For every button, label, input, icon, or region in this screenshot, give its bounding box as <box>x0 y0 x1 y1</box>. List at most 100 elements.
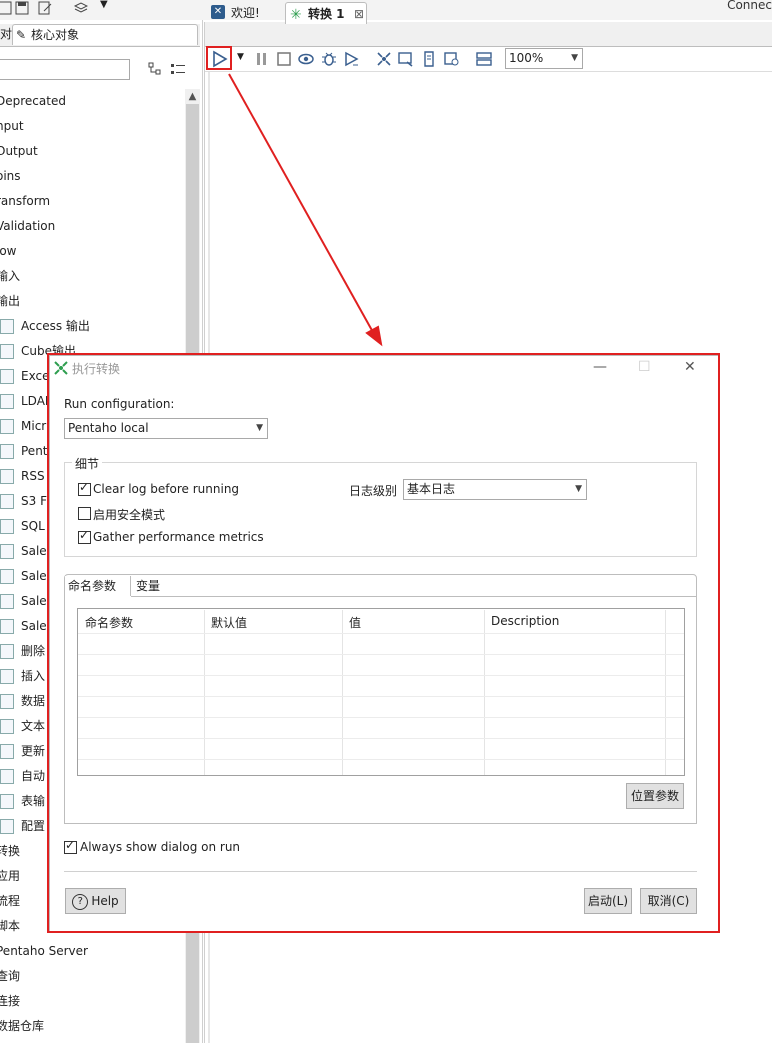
tree-item-label: Micr <box>21 419 47 433</box>
replay-icon[interactable] <box>343 50 361 68</box>
impact-icon[interactable] <box>397 50 415 68</box>
tab-core-objects[interactable]: ✎ 核心对象 <box>12 24 198 45</box>
tree-item-label: 流程 <box>0 894 21 908</box>
zoom-select[interactable]: 100% ▼ <box>505 48 583 69</box>
dialog-title: 执行转换 <box>72 362 121 376</box>
layers-icon[interactable] <box>74 1 88 15</box>
tree-category-item[interactable]: ransform <box>0 189 50 214</box>
tree-item-label: Sales <box>21 619 53 633</box>
tree-item-label: 更新 <box>21 744 46 758</box>
run-configuration-select[interactable]: Pentaho local ▼ <box>64 418 268 439</box>
tree-item-label: 查询 <box>0 969 21 983</box>
table-row <box>78 759 684 760</box>
log-level-select[interactable]: 基本日志 ▼ <box>403 479 587 500</box>
step-icon <box>0 494 14 509</box>
save-icon[interactable] <box>15 1 29 15</box>
tab-named-parameters[interactable]: 命名参数 <box>65 576 131 596</box>
tree-category-item[interactable]: 流程 <box>0 889 20 914</box>
stop-icon[interactable] <box>275 50 293 68</box>
step-icon <box>0 469 14 484</box>
tree-category-item[interactable]: Output <box>0 139 38 164</box>
sql-icon[interactable] <box>420 50 438 68</box>
tab-underline <box>131 596 696 597</box>
tree-category-item[interactable]: Deprecated <box>0 89 66 114</box>
show-results-icon[interactable] <box>475 50 493 68</box>
safe-mode-checkbox[interactable] <box>78 507 91 520</box>
step-icon <box>0 719 14 734</box>
step-icon <box>0 544 14 559</box>
explore-db-icon[interactable] <box>443 50 461 68</box>
scroll-up-icon[interactable]: ▲ <box>185 89 200 104</box>
column-divider <box>204 610 205 775</box>
column-header[interactable]: Description <box>491 614 559 628</box>
save-as-icon[interactable] <box>38 1 52 15</box>
tree-item-label: Validation <box>0 219 56 233</box>
gather-metrics-checkbox[interactable] <box>78 528 91 544</box>
run-configuration-label: Run configuration: <box>64 397 175 411</box>
tree-item-label: 数据仓库 <box>0 1019 45 1033</box>
tree-item-label: 连接 <box>0 994 21 1008</box>
dialog-app-icon <box>54 361 68 375</box>
step-icon <box>0 619 14 634</box>
preview-icon[interactable] <box>297 50 315 68</box>
search-input[interactable] <box>0 59 130 80</box>
pencil-icon: ✎ <box>16 28 27 42</box>
cancel-button[interactable]: 取消(C) <box>640 888 697 914</box>
tree-item-label: Pent <box>21 444 48 458</box>
tree-category-item[interactable]: oins <box>0 164 21 189</box>
tree-category-item[interactable]: 脚本 <box>0 914 20 939</box>
tab-transformation[interactable]: ✳ 转换 1 ⊠ <box>285 2 367 24</box>
tree-category-item[interactable]: Validation <box>0 214 55 239</box>
save-icon[interactable] <box>0 1 12 15</box>
minimize-icon[interactable]: — <box>593 359 607 375</box>
tree-category-item[interactable]: Pentaho Server <box>0 939 88 964</box>
positional-parameters-button[interactable]: 位置参数 <box>626 783 684 809</box>
tree-item-label: Access 输出 <box>21 319 90 333</box>
expand-all-icon[interactable] <box>148 62 162 76</box>
step-icon <box>0 419 14 434</box>
tree-item-label: 删除 <box>21 644 46 658</box>
tree-item-label: 插入 <box>21 669 46 683</box>
tab-variables[interactable]: 变量 <box>133 576 173 596</box>
collapse-all-icon[interactable] <box>170 62 186 76</box>
tree-item-label: oins <box>0 169 21 183</box>
tree-item-label: LDAP <box>21 394 53 408</box>
tree-category-item[interactable]: 输出 <box>0 289 20 314</box>
tree-category-item[interactable]: 连接 <box>0 989 20 1014</box>
details-legend: 细节 <box>72 455 103 472</box>
column-header[interactable]: 命名参数 <box>85 614 133 631</box>
connect-label[interactable]: Connec <box>727 0 772 12</box>
close-icon[interactable]: ✕ <box>684 359 696 375</box>
tree-category-item[interactable]: nput <box>0 114 24 139</box>
pause-icon[interactable] <box>253 50 271 68</box>
column-header[interactable]: 默认值 <box>211 614 247 631</box>
tree-category-item[interactable]: 转换 <box>0 839 20 864</box>
welcome-icon: ✕ <box>211 5 225 19</box>
close-tab-icon[interactable]: ⊠ <box>354 3 364 25</box>
chevron-down-icon[interactable]: ▼ <box>100 0 108 10</box>
table-row <box>78 633 684 634</box>
help-icon: ? <box>72 893 89 910</box>
column-header[interactable]: 值 <box>349 614 361 631</box>
tab-main-objects[interactable]: 对 <box>0 24 12 45</box>
tree-category-item[interactable]: low <box>0 239 17 264</box>
tree-tools <box>148 60 188 78</box>
step-icon <box>0 644 14 659</box>
tree-item-label: Exce <box>21 369 50 383</box>
tree-item-label: 配置 <box>21 819 46 833</box>
tab-welcome[interactable]: ✕ 欢迎! <box>207 2 283 24</box>
clear-log-checkbox[interactable] <box>78 480 91 496</box>
table-row <box>78 675 684 676</box>
tree-item-label: Pentaho Server <box>0 944 88 958</box>
help-button[interactable]: ? Help <box>65 888 126 914</box>
run-options-chevron-icon[interactable]: ▼ <box>237 52 244 62</box>
debug-icon[interactable] <box>320 50 338 68</box>
tree-category-item[interactable]: 应用 <box>0 864 20 889</box>
start-button[interactable]: 启动(L) <box>584 888 632 914</box>
tree-category-item[interactable]: 输入 <box>0 264 20 289</box>
tree-category-item[interactable]: 数据仓库 <box>0 1014 44 1039</box>
always-show-checkbox[interactable] <box>64 838 77 854</box>
tree-item-label: low <box>0 244 17 258</box>
verify-icon[interactable] <box>375 50 393 68</box>
tree-category-item[interactable]: 查询 <box>0 964 20 989</box>
